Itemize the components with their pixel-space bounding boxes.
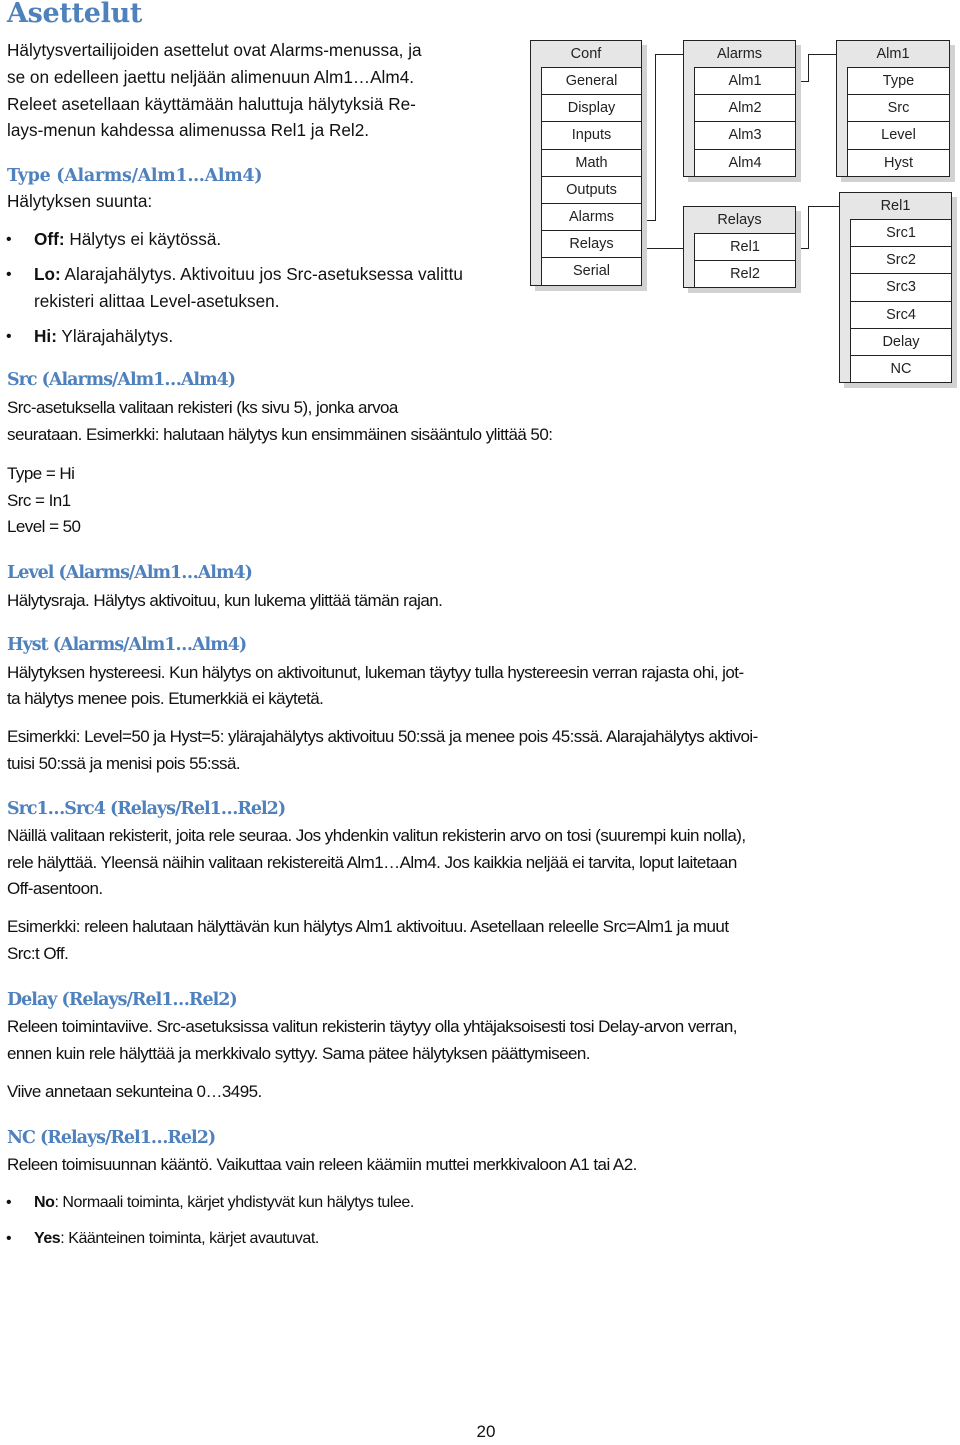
- section-body-line: ta hälytys menee pois. Etumerkkiä ei käy…: [7, 689, 324, 708]
- menu-box-rel1: Rel1 Src1 Src2 Src3 Src4 Delay NC: [839, 192, 952, 384]
- section-body-line: ennen kuin rele hälyttää ja merkkivalo s…: [7, 1044, 591, 1063]
- connector-alarms-alm1-top: [808, 54, 836, 55]
- example-line: Src = In1: [7, 491, 71, 510]
- intro-line: Hälytysvertailijoiden asettelut ovat Ala…: [7, 40, 422, 60]
- menu-item-rel1[interactable]: Rel1: [695, 233, 795, 261]
- menu-item-src2[interactable]: Src2: [851, 246, 951, 274]
- example-line: Esimerkki: Level=50 ja Hyst=5: ylärajahä…: [7, 727, 758, 746]
- section-body-line: seurataan. Esimerkki: halutaan hälytys k…: [7, 425, 553, 444]
- list-item: Hi: Ylärajahälytys.: [0, 323, 494, 350]
- example-line: Esimerkki: releen halutaan hälyttävän ku…: [7, 917, 729, 936]
- connector-conf-alarms-top: [655, 54, 683, 55]
- section-heading-nc: NC (Relays/Rel1…Rel2): [7, 1128, 216, 1148]
- option-term: Lo:: [34, 264, 61, 284]
- menu-box-alm1: Alm1 Type Src Level Hyst: [836, 40, 950, 177]
- menu-item-src4[interactable]: Src4: [851, 300, 951, 328]
- menu-item-serial[interactable]: Serial: [542, 257, 641, 285]
- option-term: Off:: [34, 229, 65, 249]
- menu-title: Conf: [570, 46, 602, 62]
- section-body-line: Näillä valitaan rekisterit, joita rele s…: [7, 826, 746, 845]
- menu-item-general[interactable]: General: [542, 67, 641, 95]
- section-body-line: Src-asetuksella valitaan rekisteri (ks s…: [7, 398, 398, 417]
- menu-item-nc[interactable]: NC: [851, 354, 951, 383]
- menu-item-inputs[interactable]: Inputs: [542, 121, 641, 149]
- option-text: : Normaali toiminta, kärjet yhdistyvät k…: [54, 1194, 414, 1211]
- section-body-line: rele hälyttää. Yleensä näihin valitaan r…: [7, 853, 737, 872]
- section-heading-hyst: Hyst (Alarms/Alm1…Alm4): [7, 635, 247, 655]
- menu-item-alm3[interactable]: Alm3: [695, 121, 795, 149]
- menu-item-type[interactable]: Type: [848, 67, 949, 95]
- menu-item-alm2[interactable]: Alm2: [695, 94, 795, 122]
- menu-item-math[interactable]: Math: [542, 148, 641, 176]
- menu-item-hyst[interactable]: Hyst: [848, 148, 949, 176]
- section-body-line: Hälytyksen hystereesi. Kun hälytys on ak…: [7, 663, 744, 682]
- menu-item-src3[interactable]: Src3: [851, 273, 951, 301]
- menu-title: Alarms: [716, 46, 763, 62]
- section-body-line: Off-asentoon.: [7, 879, 103, 898]
- menu-item-alarms[interactable]: Alarms: [542, 202, 641, 231]
- menu-item-level[interactable]: Level: [848, 121, 949, 149]
- example-line: Type = Hi: [7, 464, 75, 483]
- menu-item-alm1[interactable]: Alm1: [695, 67, 795, 95]
- menu-item-alm4[interactable]: Alm4: [695, 148, 795, 176]
- option-term: Yes: [34, 1230, 61, 1247]
- section-heading-type: Type (Alarms/Alm1…Alm4): [7, 166, 263, 186]
- menu-item-src[interactable]: Src: [848, 94, 949, 122]
- page-number: 20: [476, 1422, 496, 1441]
- connector-relays-rel1: [796, 206, 809, 249]
- menu-item-relays[interactable]: Relays: [542, 230, 641, 258]
- menu-title: Rel1: [880, 198, 911, 214]
- option-text: : Käänteinen toiminta, kärjet avautuvat.: [60, 1230, 319, 1247]
- intro-line: se on edelleen jaettu neljään alimenuun …: [7, 67, 415, 87]
- option-term: No: [34, 1194, 55, 1211]
- list-item: Yes: Käänteinen toiminta, kärjet avautuv…: [0, 1225, 414, 1252]
- menu-title: Alm1: [876, 46, 910, 62]
- option-text: Hälytys ei käytössä.: [64, 229, 222, 249]
- option-text: Alarajahälytys. Aktivoituu jos Src-asetu…: [34, 264, 463, 311]
- list-item: Off: Hälytys ei käytössä.: [0, 226, 494, 253]
- option-text: Ylärajahälytys.: [56, 326, 174, 346]
- nc-options-list: No: Normaali toiminta, kärjet yhdistyvät…: [0, 1189, 414, 1261]
- menu-box-alarms: Alarms Alm1 Alm2 Alm3 Alm4: [683, 40, 796, 177]
- menu-item-display[interactable]: Display: [542, 94, 641, 122]
- list-item: Lo: Alarajahälytys. Aktivoituu jos Src-a…: [0, 261, 494, 315]
- example-line: tuisi 50:ssä ja menisi pois 55:ssä.: [7, 754, 241, 773]
- connector-relays-rel1-top: [808, 206, 839, 207]
- section-heading-src1-src4: Src1…Src4 (Relays/Rel1…Rel2): [7, 799, 286, 819]
- connector-conf-relays: [641, 248, 683, 249]
- section-body: Releen toimisuunnan kääntö. Vaikuttaa va…: [7, 1155, 637, 1174]
- menu-title: Relays: [717, 212, 762, 228]
- section-body: Hälytyksen suunta:: [7, 191, 153, 211]
- menu-box-relays: Relays Rel1 Rel2: [683, 206, 796, 289]
- option-term: Hi:: [34, 326, 57, 346]
- section-heading-src: Src (Alarms/Alm1…Alm4): [7, 370, 236, 390]
- section-heading-delay: Delay (Relays/Rel1…Rel2): [7, 990, 238, 1010]
- section-note: Viive annetaan sekunteina 0…3495.: [7, 1082, 262, 1101]
- section-body: Hälytysraja. Hälytys aktivoituu, kun luk…: [7, 591, 443, 610]
- connector-conf-alarms: [641, 54, 656, 221]
- example-line: Src:t Off.: [7, 944, 69, 963]
- menu-item-delay[interactable]: Delay: [851, 327, 951, 355]
- page-title: Asettelut: [7, 0, 143, 29]
- section-heading-level: Level (Alarms/Alm1…Alm4): [7, 563, 253, 583]
- menu-box-conf: Conf General Display Inputs Math Outputs…: [530, 40, 642, 286]
- section-body-line: Releen toimintaviive. Src-asetuksissa va…: [7, 1017, 737, 1036]
- list-item: No: Normaali toiminta, kärjet yhdistyvät…: [0, 1189, 414, 1216]
- menu-item-src1[interactable]: Src1: [851, 219, 951, 247]
- connector-alarms-alm1: [796, 54, 809, 82]
- intro-line: Releet asetellaan käyttämään haluttuja h…: [7, 94, 416, 114]
- example-line: Level = 50: [7, 517, 81, 536]
- intro-line: lays-menun kahdessa alimenussa Rel1 ja R…: [7, 120, 370, 140]
- menu-item-rel2[interactable]: Rel2: [695, 260, 795, 288]
- type-options-list: Off: Hälytys ei käytössä. Lo: Alarajahäl…: [0, 226, 494, 358]
- menu-item-outputs[interactable]: Outputs: [542, 175, 641, 203]
